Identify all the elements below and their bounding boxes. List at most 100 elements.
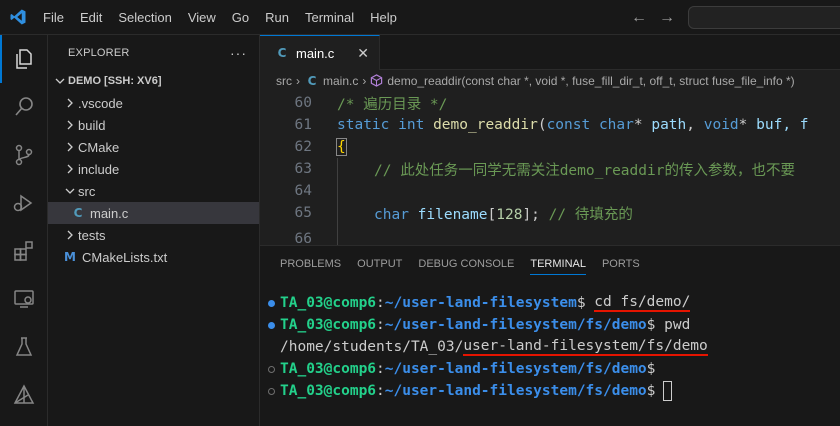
tree-item-label: main.c <box>90 205 129 221</box>
code-line: 60 /* 遍历目录 */ <box>260 92 840 114</box>
tree-item-label: .vscode <box>78 95 123 111</box>
close-icon[interactable]: ✕ <box>357 45 369 62</box>
code-line: 66 <box>260 228 840 245</box>
code-editor[interactable]: 60 /* 遍历目录 */ 61 static int demo_readdir… <box>260 92 840 245</box>
chevron-right-icon <box>62 230 78 240</box>
more-actions-icon[interactable]: ··· <box>230 45 247 61</box>
menu-go[interactable]: Go <box>224 0 257 35</box>
breadcrumb-file[interactable]: main.c <box>323 74 358 88</box>
chevron-right-icon <box>62 98 78 108</box>
chevron-down-icon <box>52 76 68 86</box>
tree-item-label: tests <box>78 227 106 243</box>
vscode-logo-icon <box>0 0 35 35</box>
command-success-icon[interactable] <box>268 299 275 307</box>
menu-help[interactable]: Help <box>362 0 405 35</box>
breadcrumb: src › C main.c › demo_readdir(const char… <box>260 70 840 92</box>
activity-bar <box>0 35 48 426</box>
breadcrumb-folder[interactable]: src <box>276 74 292 88</box>
terminal-line: TA_03@comp6: ~/user-land-filesystem $ cd f… <box>268 292 691 314</box>
forward-arrow-icon[interactable]: → <box>658 9 676 27</box>
line-number: 60 <box>294 95 312 111</box>
symbol-method-icon <box>370 74 383 88</box>
terminal-cursor <box>663 381 673 401</box>
breadcrumb-symbol[interactable]: demo_readdir(const char *, void *, fuse_… <box>387 74 794 88</box>
cmake-icon[interactable] <box>0 371 48 419</box>
code-text: { <box>336 138 347 156</box>
chevron-right-icon <box>62 142 78 152</box>
bottom-panel: PROBLEMS OUTPUT DEBUG CONSOLE TERMINAL P… <box>260 245 840 426</box>
c-file-icon: C <box>307 74 317 88</box>
explorer-icon[interactable] <box>0 35 48 83</box>
tab-debug-console[interactable]: DEBUG CONSOLE <box>410 246 522 282</box>
line-number: 62 <box>294 139 312 155</box>
code-line: 61 static int demo_readdir(const char* p… <box>260 114 840 136</box>
tree-item-src[interactable]: src <box>48 180 259 202</box>
terminal-line: TA_03@comp6: ~/user-land-filesystem/fs/de… <box>268 314 690 336</box>
menu-terminal[interactable]: Terminal <box>297 0 362 35</box>
testing-icon[interactable] <box>0 323 48 371</box>
cmake-file-icon: M <box>64 250 76 264</box>
menu-file[interactable]: File <box>35 0 72 35</box>
panel-tabs: PROBLEMS OUTPUT DEBUG CONSOLE TERMINAL P… <box>260 246 840 282</box>
tab-output[interactable]: OUTPUT <box>349 246 410 282</box>
terminal-line: TA_03@comp6: ~/user-land-filesystem/fs/de… <box>268 358 655 380</box>
tab-main-c[interactable]: C main.c ✕ <box>260 35 380 70</box>
menu-bar: File Edit Selection View Go Run Terminal… <box>35 0 405 35</box>
tab-terminal[interactable]: TERMINAL <box>522 246 594 282</box>
line-number: 65 <box>294 205 312 221</box>
chevron-right-icon: › <box>296 74 300 88</box>
tree-item-label: src <box>78 183 96 199</box>
command-empty-icon[interactable] <box>268 365 275 373</box>
code-line: 64 <box>260 180 840 202</box>
terminal-output: /home/students/TA_03/user-land-filesyste… <box>280 338 708 356</box>
menu-edit[interactable]: Edit <box>72 0 110 35</box>
tree-item-label: CMake <box>78 139 120 155</box>
terminal-line: TA_03@comp6: ~/user-land-filesystem/fs/de… <box>268 380 673 402</box>
line-number: 66 <box>294 231 312 245</box>
extensions-icon[interactable] <box>0 227 48 275</box>
tree-item-build[interactable]: build <box>48 114 259 136</box>
workspace-root[interactable]: DEMO [SSH: XV6] <box>48 70 259 92</box>
run-debug-icon[interactable] <box>0 179 48 227</box>
back-arrow-icon[interactable]: ← <box>630 9 648 27</box>
tree-item-cmake[interactable]: CMake <box>48 136 259 158</box>
tab-label: main.c <box>296 45 335 61</box>
search-icon[interactable] <box>0 83 48 131</box>
terminal-command: cd fs/demo/ <box>594 294 691 312</box>
explorer-sidebar: EXPLORER ··· DEMO [SSH: XV6] .vscode bui… <box>48 35 260 426</box>
tree-item-main-c[interactable]: C main.c <box>48 202 259 224</box>
menu-run[interactable]: Run <box>257 0 297 35</box>
workspace-label: DEMO [SSH: XV6] <box>68 75 162 87</box>
command-success-icon[interactable] <box>268 321 275 329</box>
menu-view[interactable]: View <box>180 0 224 35</box>
chevron-right-icon <box>62 164 78 174</box>
command-center-search[interactable] <box>688 6 840 29</box>
c-file-icon: C <box>277 46 287 60</box>
tab-problems[interactable]: PROBLEMS <box>272 246 349 282</box>
code-text: /* 遍历目录 */ <box>337 96 448 113</box>
c-file-icon: C <box>73 206 83 220</box>
tree-item-label: CMakeLists.txt <box>82 249 168 265</box>
terminal-command: pwd <box>664 317 691 333</box>
tree-item-cmakelists[interactable]: M CMakeLists.txt <box>48 246 259 268</box>
code-line: 62 { <box>260 136 840 158</box>
remote-explorer-icon[interactable] <box>0 275 48 323</box>
source-control-icon[interactable] <box>0 131 48 179</box>
tree-item-vscode[interactable]: .vscode <box>48 92 259 114</box>
code-text: char filename[128]; // 待填充的 <box>374 206 633 223</box>
editor-tabs: C main.c ✕ <box>260 35 840 70</box>
tree-item-label: build <box>78 117 106 133</box>
tree-item-label: include <box>78 161 120 177</box>
tab-ports[interactable]: PORTS <box>594 246 648 282</box>
tree-item-tests[interactable]: tests <box>48 224 259 246</box>
tree-item-include[interactable]: include <box>48 158 259 180</box>
code-text: static int demo_readdir(const char* path… <box>337 117 809 133</box>
menu-selection[interactable]: Selection <box>110 0 179 35</box>
chevron-right-icon: › <box>362 74 367 88</box>
chevron-down-icon <box>62 186 78 196</box>
navigation-arrows: ← → <box>630 0 676 35</box>
command-empty-icon[interactable] <box>268 387 275 395</box>
line-number: 64 <box>294 183 312 199</box>
code-text: // 此处任务一同学无需关注demo_readdir的传入参数，也不要 <box>374 162 795 179</box>
explorer-header: EXPLORER ··· <box>48 35 259 70</box>
